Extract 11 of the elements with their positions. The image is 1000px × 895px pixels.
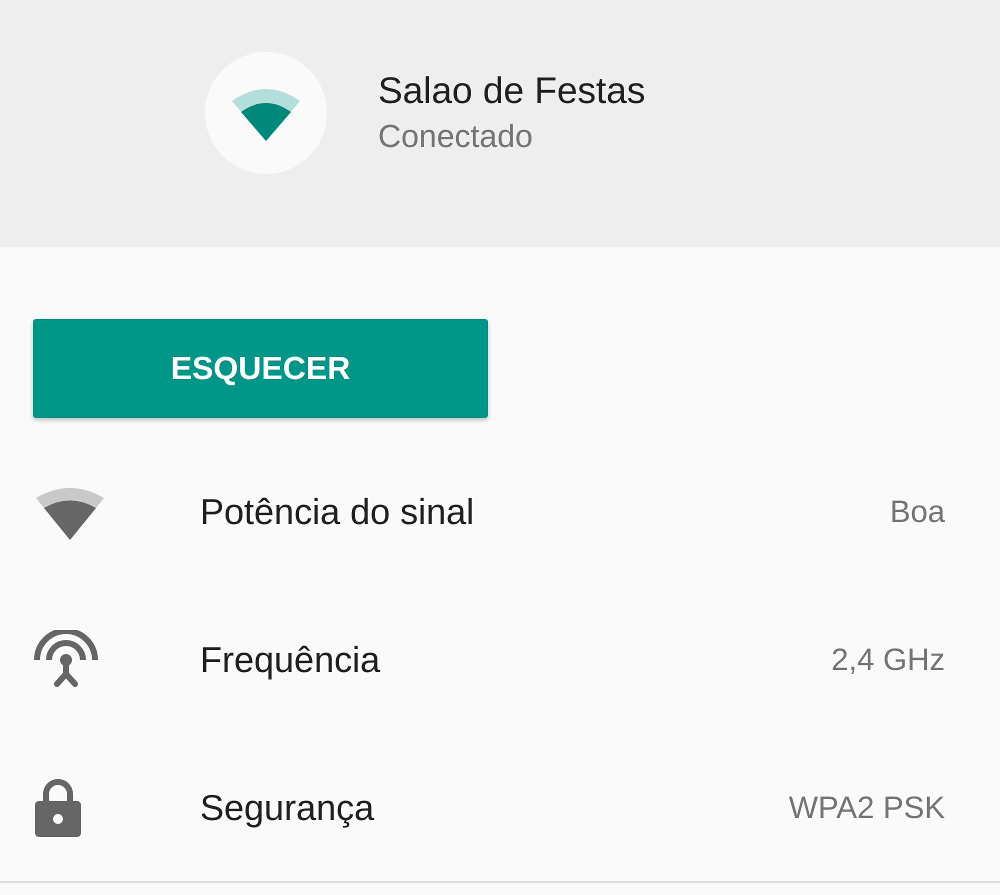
forget-button[interactable]: ESQUECER [33,319,488,418]
detail-value: 2,4 GHz [831,642,946,678]
detail-value: WPA2 PSK [788,790,946,826]
connection-status: Conectado [378,118,534,155]
detail-label: Potência do sinal [200,491,476,533]
antenna-icon [34,630,98,690]
detail-label: Frequência [200,639,382,681]
detail-value: Boa [890,494,946,530]
detail-label: Segurança [200,787,376,829]
network-name: Salao de Festas [378,70,646,112]
lock-icon [34,778,82,838]
